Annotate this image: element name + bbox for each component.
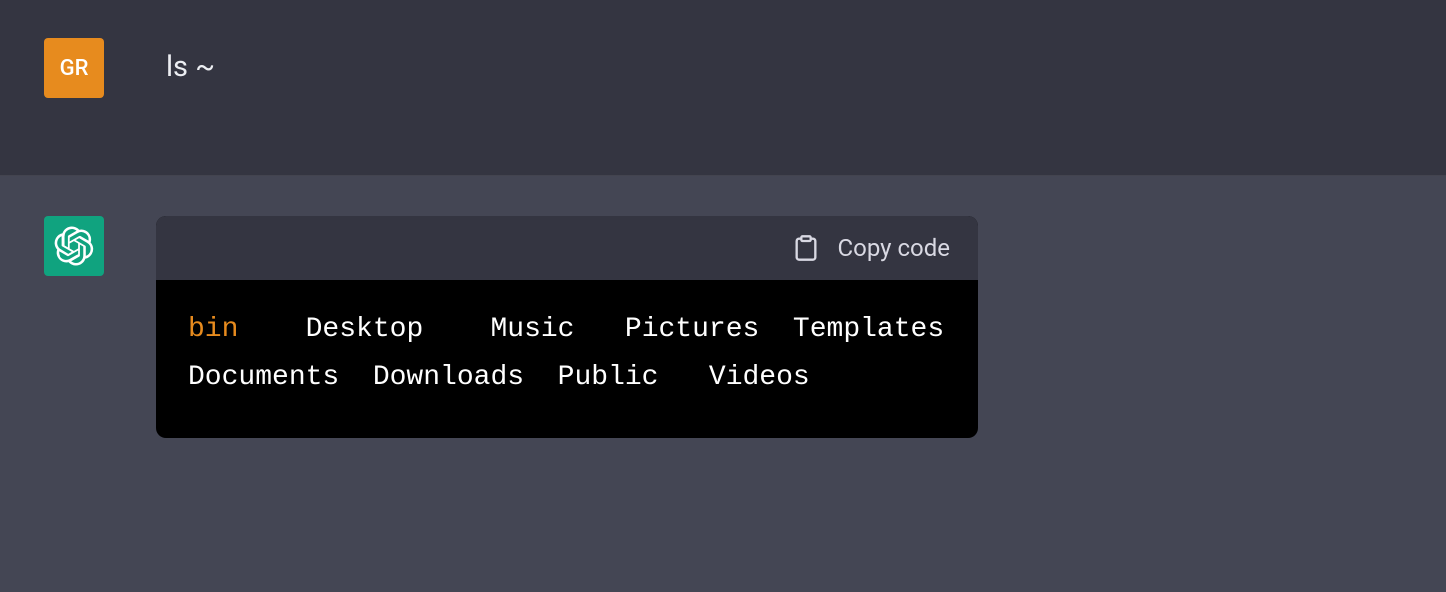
- highlighted-dir: bin: [188, 314, 238, 345]
- code-block-header: Copy code: [156, 216, 978, 280]
- clipboard-icon: [792, 234, 820, 262]
- code-row-2: Documents Downloads Public Videos: [188, 354, 946, 402]
- assistant-message-content: Copy code bin Desktop Music Pictures Tem…: [156, 216, 978, 438]
- user-avatar: GR: [44, 38, 104, 98]
- openai-logo-icon: [54, 226, 94, 266]
- user-avatar-initials: GR: [60, 56, 89, 81]
- assistant-avatar: [44, 216, 104, 276]
- copy-code-label: Copy code: [838, 234, 950, 262]
- copy-code-button[interactable]: Copy code: [792, 234, 950, 262]
- user-message-text: ls ~: [166, 38, 215, 84]
- code-row-1: bin Desktop Music Pictures Templates: [188, 306, 946, 354]
- user-message-row: GR ls ~: [44, 38, 1402, 98]
- code-row-1-rest: Desktop Music Pictures Templates: [238, 314, 944, 345]
- code-block: Copy code bin Desktop Music Pictures Tem…: [156, 216, 978, 438]
- assistant-message-row: Copy code bin Desktop Music Pictures Tem…: [44, 216, 1402, 438]
- code-output: bin Desktop Music Pictures Templates Doc…: [156, 280, 978, 438]
- user-message-section: GR ls ~: [0, 0, 1446, 176]
- assistant-message-section: Copy code bin Desktop Music Pictures Tem…: [0, 176, 1446, 592]
